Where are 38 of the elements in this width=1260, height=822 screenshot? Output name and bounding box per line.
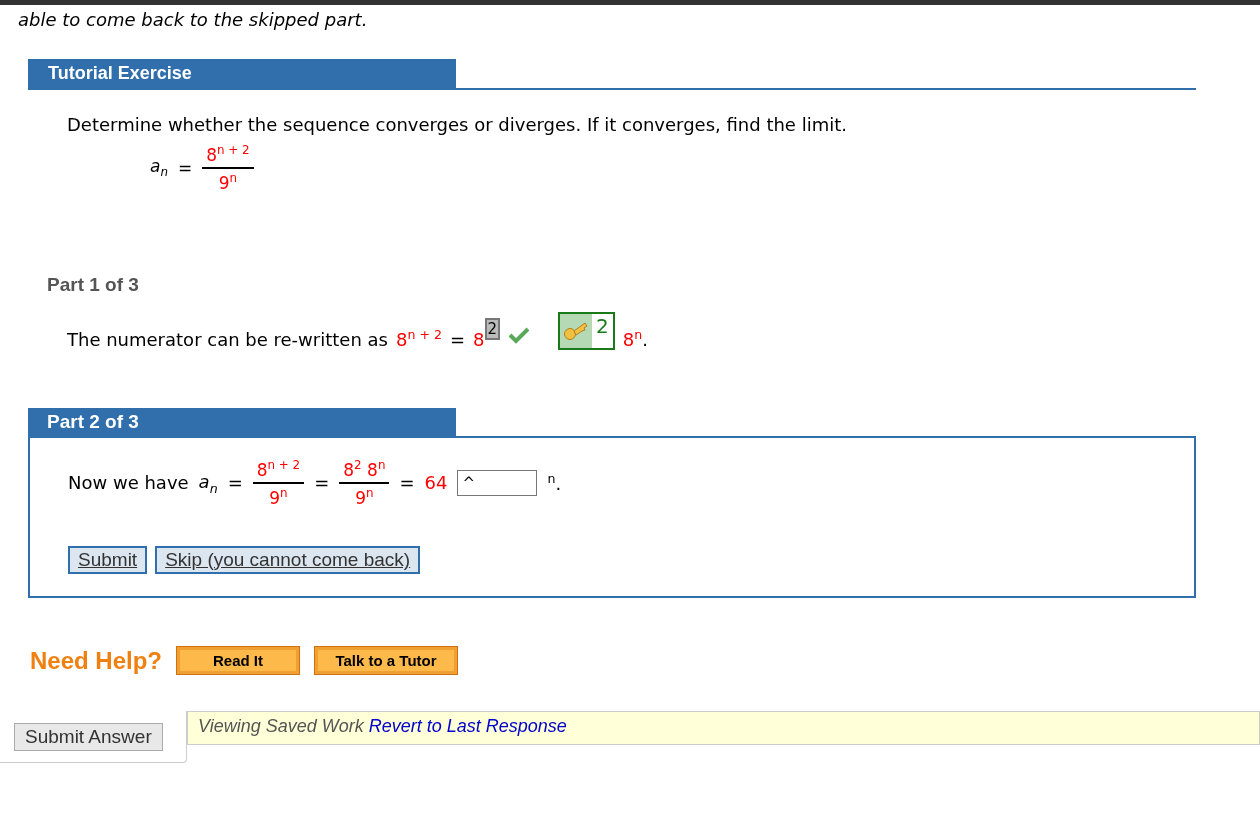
fraction-denominator: 9$^{n}$ — [269, 484, 288, 508]
submit-answer-button[interactable]: Submit Answer — [14, 723, 163, 752]
answer-box: 2 — [484, 318, 501, 341]
math-expression: 8$^{n}$ — [622, 327, 643, 351]
math-variable: a$_{n}$ — [150, 155, 168, 180]
equals-sign: = — [399, 472, 415, 494]
part-button[interactable]: Submit — [68, 545, 148, 574]
math-expression: $^{n}$. — [547, 471, 562, 495]
fraction-denominator: 9$^{n}$ — [218, 169, 238, 193]
equals-sign: = — [314, 472, 330, 494]
help-label: Need Help? — [30, 646, 163, 675]
fraction-numerator: 8$^{2}$ 8$^{n}$ — [339, 458, 390, 484]
part-label: Part 1 of 3 — [47, 274, 140, 297]
fraction-denominator: 9$^{n}$ — [355, 484, 374, 508]
math-expression: 8 — [473, 329, 485, 351]
help-button[interactable]: Talk to a Tutor — [314, 646, 459, 676]
part-sentence: The numerator can be re-written as — [67, 329, 388, 351]
answer-input[interactable]: ^ — [457, 469, 538, 496]
hint-key-button[interactable]: 2 — [558, 312, 615, 351]
math-expression: 8$^{n + 2}$ — [395, 327, 442, 351]
math-expression: 64 — [424, 472, 448, 494]
part-button[interactable]: Skip (you cannot come back) — [155, 545, 421, 574]
help-button[interactable]: Read It — [176, 646, 301, 676]
section-header: Part 2 of 3 — [28, 408, 456, 437]
key-icon — [563, 320, 590, 343]
status-text: Viewing Saved Work — [198, 716, 364, 737]
equals-sign: = — [177, 157, 193, 178]
equals-sign: = — [227, 472, 243, 494]
math-variable: a$_{n}$ — [198, 470, 218, 496]
section-header: Tutorial Exercise — [28, 59, 456, 88]
equals-sign: = — [449, 329, 466, 351]
fraction-numerator: 8$^{n + 2}$ — [252, 458, 305, 484]
fraction-numerator: 8$^{n + 2}$ — [202, 143, 254, 169]
period-text: . — [642, 329, 648, 351]
part-sentence: Now we have — [68, 472, 189, 494]
question-text: Determine whether the sequence converges or diverges. If it converges, find the limit. — [67, 114, 848, 135]
intro-text: able to come back to the skipped part. — [17, 8, 369, 32]
revert-link[interactable]: Revert to Last Response — [368, 716, 567, 737]
